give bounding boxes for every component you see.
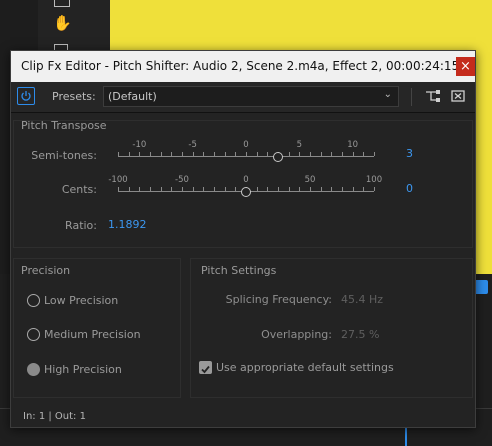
- slider-tick-label: 0: [243, 175, 249, 185]
- slider-tick-label: -50: [175, 175, 189, 185]
- clip-fx-editor-dialog: Clip Fx Editor - Pitch Shifter: Audio 2,…: [10, 50, 476, 428]
- checkmark-icon: [201, 365, 210, 374]
- high-precision-label: High Precision: [44, 363, 122, 376]
- pitch-settings-title: Pitch Settings: [201, 264, 277, 277]
- default-settings-checkbox[interactable]: [199, 361, 212, 374]
- semitones-slider-track[interactable]: [118, 156, 374, 157]
- slider-tick-label: -100: [108, 175, 128, 185]
- status-bar: In: 1 | Out: 1: [23, 411, 86, 422]
- radio-button[interactable]: [27, 328, 40, 341]
- radio-high-precision[interactable]: High Precision: [27, 363, 167, 379]
- ratio-label: Ratio:: [65, 219, 97, 232]
- chevron-down-icon: ⌄: [383, 89, 392, 100]
- presets-dropdown[interactable]: (Default) ⌄: [103, 86, 399, 107]
- toolbar-divider: [411, 88, 412, 106]
- power-toggle-button[interactable]: [17, 87, 35, 105]
- close-button[interactable]: ×: [456, 57, 475, 76]
- default-settings-checkbox-row[interactable]: Use appropriate default settings: [199, 361, 399, 377]
- semitones-value[interactable]: 3: [406, 147, 413, 160]
- timeline-marker[interactable]: [474, 280, 488, 294]
- power-icon: [21, 91, 31, 101]
- playhead-line[interactable]: [405, 428, 407, 446]
- window-title: Clip Fx Editor - Pitch Shifter: Audio 2,…: [21, 59, 460, 73]
- clear-effect-icon[interactable]: [451, 90, 465, 102]
- slider-tick: [374, 152, 375, 156]
- overlapping-label: Overlapping:: [261, 328, 332, 341]
- slider-tick-label: -10: [132, 140, 147, 150]
- low-precision-label: Low Precision: [44, 294, 119, 307]
- ratio-value: 1.1892: [108, 218, 147, 231]
- medium-precision-label: Medium Precision: [44, 328, 141, 341]
- precision-title: Precision: [21, 264, 71, 277]
- slider-tick-label: 50: [304, 175, 316, 185]
- slider-tick-label: 5: [296, 140, 303, 150]
- cents-value[interactable]: 0: [406, 182, 413, 195]
- cents-slider-thumb[interactable]: [241, 187, 251, 197]
- effect-toolbar: Presets: (Default) ⌄: [11, 82, 475, 113]
- presets-label: Presets:: [52, 90, 96, 103]
- radio-low-precision[interactable]: Low Precision: [27, 294, 167, 310]
- hand-tool-icon[interactable]: ✋: [53, 14, 72, 32]
- slider-tick-label: -5: [188, 140, 197, 150]
- slider-tick-label: 0: [243, 140, 249, 150]
- tool-frame-icon[interactable]: [54, 0, 70, 7]
- slider-tick-label: 10: [347, 140, 359, 150]
- overlapping-value: 27.5 %: [341, 328, 380, 341]
- default-settings-label: Use appropriate default settings: [216, 361, 394, 374]
- radio-medium-precision[interactable]: Medium Precision: [27, 328, 167, 344]
- radio-button-selected[interactable]: [27, 363, 40, 376]
- title-bar[interactable]: Clip Fx Editor - Pitch Shifter: Audio 2,…: [11, 51, 475, 82]
- splicing-frequency-value: 45.4 Hz: [341, 293, 384, 306]
- semitones-slider-thumb[interactable]: [273, 152, 283, 162]
- splicing-frequency-label: Splicing Frequency:: [225, 293, 332, 306]
- presets-selected-value: (Default): [108, 90, 157, 103]
- slider-tick-label: 100: [365, 175, 383, 185]
- pitch-transpose-title: Pitch Transpose: [21, 119, 107, 132]
- slider-tick: [374, 187, 375, 191]
- routing-icon[interactable]: [425, 89, 441, 103]
- radio-button[interactable]: [27, 294, 40, 307]
